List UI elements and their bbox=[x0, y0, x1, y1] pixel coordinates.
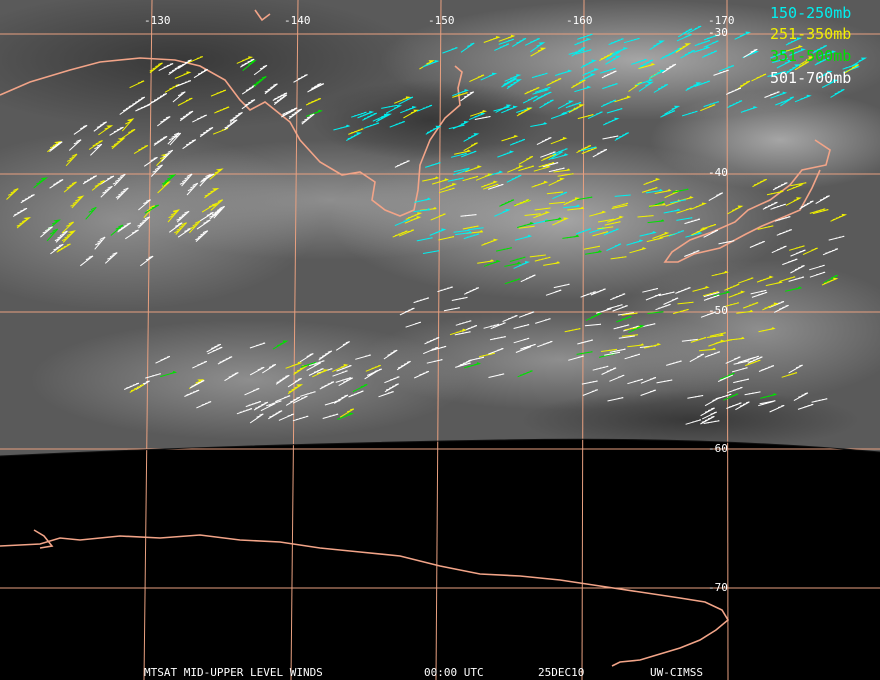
legend-251-350: 251-350mb bbox=[770, 25, 851, 43]
lon-label-150: -150 bbox=[428, 14, 455, 27]
lon-label-130: -130 bbox=[144, 14, 171, 27]
footer-time: 00:00 UTC bbox=[424, 666, 484, 679]
lat-label-60: -60 bbox=[708, 442, 728, 455]
footer-product: MTSAT MID-UPPER LEVEL WINDS bbox=[144, 666, 323, 679]
legend-150-250: 150-250mb bbox=[770, 4, 851, 22]
legend-501-700: 501-700mb bbox=[770, 69, 851, 87]
lon-label-160: -160 bbox=[566, 14, 593, 27]
footer-source: UW-CIMSS bbox=[650, 666, 703, 679]
lat-label-30: -30 bbox=[708, 26, 728, 39]
satellite-wind-map: -130 -140 -150 -160 -170 -30 -40 -50 -60… bbox=[0, 0, 880, 680]
footer-caption: MTSAT MID-UPPER LEVEL WINDS 00:00 UTC 25… bbox=[144, 666, 703, 679]
footer-date: 25DEC10 bbox=[538, 666, 584, 679]
lat-label-50: -50 bbox=[708, 304, 728, 317]
legend-351-500: 351-500mb bbox=[770, 47, 851, 65]
lat-label-70: -70 bbox=[708, 581, 728, 594]
lat-label-40: -40 bbox=[708, 166, 728, 179]
lon-label-140: -140 bbox=[284, 14, 311, 27]
